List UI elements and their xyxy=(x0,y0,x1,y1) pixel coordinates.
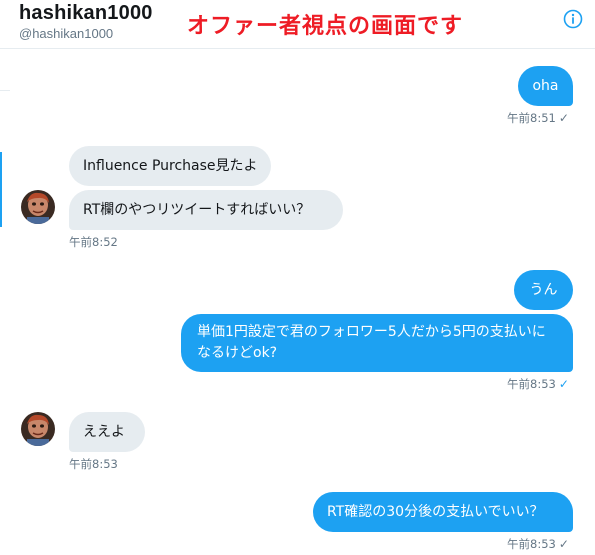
info-icon[interactable] xyxy=(563,9,583,29)
message-text: うん xyxy=(529,282,558,298)
annotation-text: オファー者視点の画面です xyxy=(187,14,464,39)
time-text: 午前8:53 xyxy=(507,377,556,391)
conversation-header: hashikan1000 @hashikan1000 オファー者視点の画面です xyxy=(0,0,595,49)
message-timestamp: 午前8:53 ✓ xyxy=(507,376,569,392)
message-bubble-received[interactable]: ええよ xyxy=(69,412,145,452)
message-timestamp: 午前8:52 xyxy=(69,234,118,250)
time-text: 午前8:51 xyxy=(507,111,556,125)
message-timestamp: 午前8:51 ✓ xyxy=(507,110,569,126)
time-text: 午前8:52 xyxy=(69,235,118,249)
divider xyxy=(0,90,10,92)
message-text: ええよ xyxy=(83,424,125,440)
message-text: 単価1円設定で君のフォロワー5人だから5円の支払いになるけどok? xyxy=(197,324,546,361)
read-check-icon: ✓ xyxy=(558,377,569,391)
read-check-icon: ✓ xyxy=(558,111,569,125)
message-text: oha xyxy=(532,78,559,94)
avatar[interactable] xyxy=(21,412,55,446)
time-text: 午前8:53 xyxy=(507,537,556,551)
avatar[interactable] xyxy=(21,190,55,224)
message-bubble-sent[interactable]: うん xyxy=(514,270,573,310)
message-bubble-sent[interactable]: 単価1円設定で君のフォロワー5人だから5円の支払いになるけどok? xyxy=(181,314,573,372)
dm-conversation: hashikan1000 @hashikan1000 オファー者視点の画面です … xyxy=(0,0,595,555)
avatar-image xyxy=(21,190,55,224)
message-text: RT欄のやつリツイートすればいい？ xyxy=(83,202,311,218)
display-name[interactable]: hashikan1000 xyxy=(19,2,153,25)
avatar-image xyxy=(21,412,55,446)
message-bubble-sent[interactable]: RT確認の30分後の支払いでいい？ xyxy=(313,492,573,532)
selection-indicator xyxy=(0,152,2,227)
message-timestamp: 午前8:53 ✓ xyxy=(507,536,569,552)
message-bubble-sent[interactable]: oha xyxy=(518,66,573,106)
message-text: Influence Purchase見たよ xyxy=(83,158,258,174)
message-bubble-received[interactable]: Influence Purchase見たよ xyxy=(69,146,271,186)
message-text: RT確認の30分後の支払いでいい？ xyxy=(327,504,544,520)
message-timestamp: 午前8:53 xyxy=(69,456,118,472)
time-text: 午前8:53 xyxy=(69,457,118,471)
read-check-icon: ✓ xyxy=(558,537,569,551)
user-handle[interactable]: @hashikan1000 xyxy=(19,26,113,41)
message-bubble-received[interactable]: RT欄のやつリツイートすればいい？ xyxy=(69,190,343,230)
